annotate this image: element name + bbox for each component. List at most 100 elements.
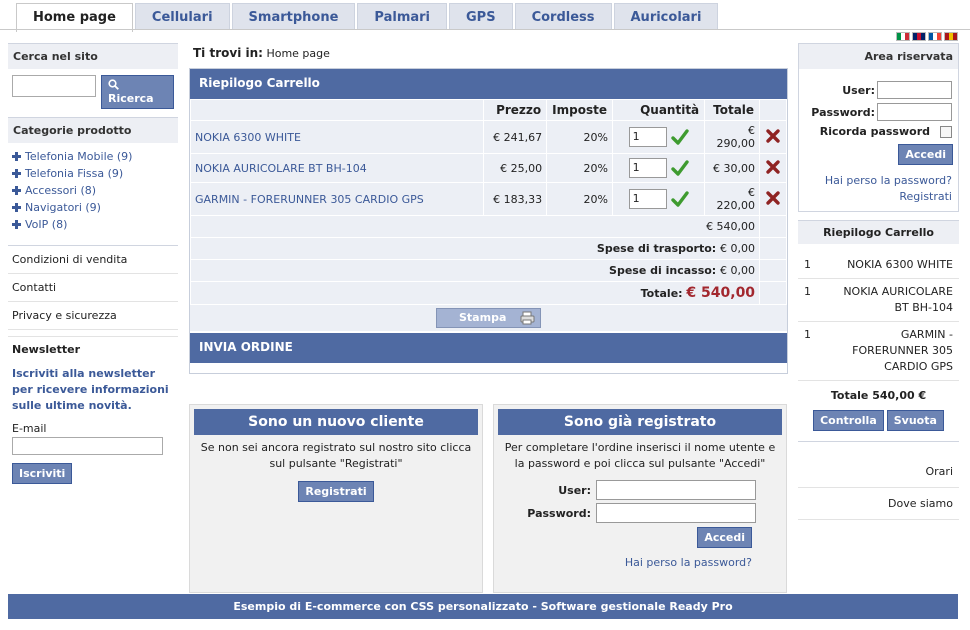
list-item: 1 NOKIA 6300 WHITE bbox=[798, 252, 959, 279]
subtotal-row: € 540,00 bbox=[191, 216, 786, 237]
spanish-flag-icon[interactable] bbox=[944, 32, 958, 41]
password-input[interactable] bbox=[596, 503, 756, 523]
register-button[interactable]: Registrati bbox=[298, 481, 374, 502]
search-button[interactable]: Ricerca bbox=[101, 75, 174, 109]
remember-checkbox[interactable] bbox=[940, 125, 952, 138]
remember-label: Ricorda password bbox=[819, 125, 930, 138]
table-row: NOKIA AURICOLARE BT BH-104 € 25,00 20% 1… bbox=[191, 154, 786, 182]
empty-cell bbox=[760, 216, 786, 237]
empty-cell bbox=[760, 260, 786, 281]
empty-cart-button[interactable]: Svuota bbox=[886, 410, 944, 431]
cart-title: Riepilogo Carrello bbox=[190, 69, 787, 99]
cart-qty-cell: 1 bbox=[612, 154, 705, 182]
category-label: Accessori (8) bbox=[25, 184, 97, 197]
remember-row: Ricorda password bbox=[799, 123, 958, 140]
tab-cordless[interactable]: Cordless bbox=[514, 3, 612, 30]
print-button[interactable]: Stampa bbox=[436, 308, 541, 328]
tab-gps[interactable]: GPS bbox=[449, 3, 513, 30]
total-row: Totale: € 540,00 bbox=[191, 282, 786, 304]
lost-password-link[interactable]: Hai perso la password? bbox=[498, 556, 782, 569]
main-content: Ti trovi in: Home page Riepilogo Carrell… bbox=[189, 43, 788, 593]
link-conditions[interactable]: Condizioni di vendita bbox=[8, 246, 178, 274]
right-password-row: Password: bbox=[799, 101, 958, 123]
user-input[interactable] bbox=[596, 480, 756, 500]
search-title: Cerca nel sito bbox=[8, 43, 178, 69]
category-item[interactable]: Accessori (8) bbox=[12, 182, 174, 199]
login-button[interactable]: Accedi bbox=[697, 527, 752, 548]
customer-boxes: Sono un nuovo cliente Se non sei ancora … bbox=[189, 404, 788, 593]
cart-price: € 241,67 bbox=[484, 121, 547, 153]
subscribe-button[interactable]: Iscriviti bbox=[12, 463, 73, 484]
shipping-row: Spese di trasporto: € 0,00 bbox=[191, 238, 786, 259]
quantity-input[interactable]: 1 bbox=[628, 158, 667, 178]
printer-icon bbox=[520, 311, 535, 325]
tab-cellulari[interactable]: Cellulari bbox=[134, 3, 230, 30]
tab-smartphone[interactable]: Smartphone bbox=[231, 3, 356, 30]
tab-home-page[interactable]: Home page bbox=[16, 3, 133, 32]
cart-header-delete bbox=[760, 100, 786, 120]
cart-product-link[interactable]: NOKIA AURICOLARE BT BH-104 bbox=[191, 154, 484, 182]
shipping-cell: Spese di trasporto: € 0,00 bbox=[191, 238, 760, 259]
reserved-area: Area riservata User: Password: Ricorda p… bbox=[798, 43, 959, 212]
category-item[interactable]: Telefonia Mobile (9) bbox=[12, 148, 174, 165]
plus-icon bbox=[12, 152, 21, 161]
right-sidebar: Area riservata User: Password: Ricorda p… bbox=[798, 43, 959, 520]
subtotal-value: € 540,00 bbox=[191, 216, 760, 237]
tab-palmari[interactable]: Palmari bbox=[357, 3, 447, 30]
mini-cart-name[interactable]: GARMIN - FORERUNNER 305 CARDIO GPS bbox=[829, 327, 953, 375]
right-password-label: Password: bbox=[811, 105, 875, 119]
right-user-input[interactable] bbox=[877, 81, 952, 99]
tab-auricolari[interactable]: Auricolari bbox=[613, 3, 719, 30]
update-check-icon[interactable] bbox=[670, 159, 689, 177]
category-item[interactable]: Telefonia Fissa (9) bbox=[12, 165, 174, 182]
right-login-button[interactable]: Accedi bbox=[898, 144, 953, 165]
plus-icon bbox=[12, 186, 21, 195]
uk-flag-icon[interactable] bbox=[912, 32, 926, 41]
mini-cart-name[interactable]: NOKIA 6300 WHITE bbox=[829, 257, 953, 273]
cod-cell: Spese di incasso: € 0,00 bbox=[191, 260, 760, 281]
mini-cart-total: Totale 540,00 € bbox=[830, 389, 927, 402]
italian-flag-icon[interactable] bbox=[896, 32, 910, 41]
right-links: Hai perso la password? Registrati bbox=[799, 169, 958, 205]
delete-x-icon[interactable] bbox=[765, 128, 781, 144]
category-item[interactable]: Navigatori (9) bbox=[12, 199, 174, 216]
quantity-input[interactable]: 1 bbox=[628, 189, 667, 209]
info-links: Condizioni di vendita Contatti Privacy e… bbox=[8, 245, 178, 330]
print-button-label: Stampa bbox=[459, 311, 507, 324]
mini-cart-name[interactable]: NOKIA AURICOLARE BT BH-104 bbox=[829, 284, 953, 316]
email-field[interactable] bbox=[12, 437, 163, 455]
update-check-icon[interactable] bbox=[670, 190, 689, 208]
link-privacy[interactable]: Privacy e sicurezza bbox=[8, 302, 178, 330]
link-hours[interactable]: Orari bbox=[798, 456, 959, 488]
cart-row-total: € 220,00 bbox=[705, 183, 760, 215]
delete-x-icon[interactable] bbox=[765, 190, 781, 206]
quantity-input[interactable]: 1 bbox=[628, 127, 667, 147]
search-input[interactable] bbox=[12, 75, 96, 97]
cart-product-link[interactable]: GARMIN - FORERUNNER 305 CARDIO GPS bbox=[191, 183, 484, 215]
breadcrumb-current[interactable]: Home page bbox=[266, 47, 329, 60]
user-label: User: bbox=[558, 483, 591, 497]
mini-cart-qty: 1 bbox=[804, 258, 811, 271]
delete-cell bbox=[760, 121, 786, 153]
language-flags bbox=[896, 32, 958, 41]
link-contacts[interactable]: Contatti bbox=[8, 274, 178, 302]
link-location[interactable]: Dove siamo bbox=[798, 488, 959, 520]
check-cart-button[interactable]: Controlla bbox=[813, 410, 884, 431]
right-password-input[interactable] bbox=[877, 103, 952, 121]
category-item[interactable]: VoIP (8) bbox=[12, 216, 174, 233]
french-flag-icon[interactable] bbox=[928, 32, 942, 41]
right-lost-password-link[interactable]: Hai perso la password? bbox=[805, 173, 952, 189]
plus-icon bbox=[12, 203, 21, 212]
update-check-icon[interactable] bbox=[670, 128, 689, 146]
registered-title: Sono già registrato bbox=[498, 409, 782, 435]
cart-header-qty: Quantità bbox=[612, 100, 705, 120]
right-register-link[interactable]: Registrati bbox=[805, 189, 952, 205]
delete-x-icon[interactable] bbox=[765, 159, 781, 175]
cart-product-link[interactable]: NOKIA 6300 WHITE bbox=[191, 121, 484, 153]
cart-qty-cell: 1 bbox=[612, 121, 705, 153]
total-label: Totale: bbox=[640, 287, 683, 300]
category-list: Telefonia Mobile (9) Telefonia Fissa (9)… bbox=[8, 143, 178, 239]
mini-cart-title: Riepilogo Carrello bbox=[798, 220, 959, 244]
category-label: Navigatori (9) bbox=[25, 201, 101, 214]
send-order-bar[interactable]: INVIA ORDINE bbox=[190, 333, 787, 363]
